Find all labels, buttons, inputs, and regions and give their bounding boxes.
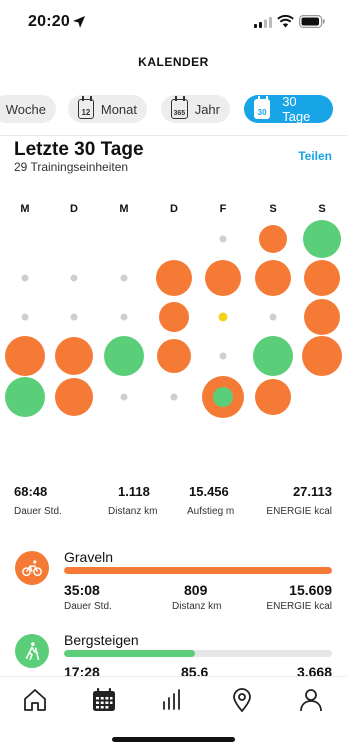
total-energy-value: 27.113 <box>292 484 332 499</box>
total-energy-label: ENERGIE kcal <box>266 506 332 517</box>
total-distance-value: 1.118 <box>118 484 150 499</box>
day-activity[interactable] <box>55 378 93 416</box>
period-title: Letzte 30 Tage <box>14 139 144 160</box>
activity-name: Bergsteigen <box>64 632 139 648</box>
day-activity[interactable] <box>259 225 287 253</box>
day-empty[interactable] <box>120 313 128 321</box>
stats-icon[interactable] <box>160 687 186 713</box>
home-indicator <box>112 737 235 742</box>
calendar-screen: 20:20 KALENDER Woche 12 Monat 365 Jahr 3… <box>0 0 347 750</box>
activity-duration-value: 17:28 <box>64 664 100 676</box>
activity-distance-label: Distanz km <box>172 601 222 612</box>
day-activity[interactable] <box>202 376 244 418</box>
activity-share-bar <box>64 650 332 657</box>
today-marker[interactable] <box>218 312 228 322</box>
day-empty[interactable] <box>120 393 128 401</box>
cycling-icon <box>15 551 49 585</box>
wifi-icon <box>277 14 294 28</box>
activity-graveln[interactable]: Graveln 35:08 Dauer Std. 809 Distanz km … <box>0 548 347 618</box>
day-empty[interactable] <box>219 235 227 243</box>
weekday-label: D <box>170 203 178 215</box>
weekday-label: S <box>269 203 277 215</box>
share-button[interactable]: Teilen <box>298 149 332 163</box>
day-empty[interactable] <box>21 313 29 321</box>
summary-stats: 68:48 Dauer Std. 1.118 Distanz km 15.456… <box>0 484 347 524</box>
page-title: KALENDER <box>138 55 209 69</box>
day-activity[interactable] <box>304 299 340 335</box>
divider <box>0 135 347 136</box>
period-tabs: Woche 12 Monat 365 Jahr 30 30 Tage <box>0 94 347 125</box>
day-empty[interactable] <box>70 274 78 282</box>
activity-share-bar <box>64 567 332 574</box>
activity-duration-label: Dauer Std. <box>64 601 112 612</box>
activity-energy-value: 15.609 <box>289 582 332 598</box>
weekday-label: F <box>219 203 227 215</box>
day-activity[interactable] <box>255 260 291 296</box>
total-distance-label: Distanz km <box>108 506 158 517</box>
activity-distance-value: 85.6 <box>181 664 209 676</box>
weekday-label: S <box>318 203 326 215</box>
total-duration-value: 68:48 <box>14 484 48 499</box>
status-bar: 20:20 <box>0 0 347 44</box>
day-activity-inner <box>213 387 233 407</box>
day-empty[interactable] <box>269 313 277 321</box>
total-duration-label: Dauer Std. <box>14 506 62 517</box>
map-pin-icon[interactable] <box>229 687 255 713</box>
day-activity[interactable] <box>205 260 241 296</box>
tab-label: 30 Tage <box>282 94 311 124</box>
day-activity[interactable] <box>303 220 341 258</box>
day-activity[interactable] <box>157 339 191 373</box>
tab-jahr[interactable]: 365 Jahr <box>161 95 230 123</box>
activity-bergsteigen[interactable]: Bergsteigen 17:28 85.6 3.668 <box>0 631 347 676</box>
day-empty[interactable] <box>170 393 178 401</box>
activity-duration-value: 35:08 <box>64 582 100 598</box>
location-arrow-icon <box>73 16 85 28</box>
tab-label: Monat <box>100 101 137 117</box>
weekday-label: M <box>119 203 129 215</box>
total-ascent-value: 15.456 <box>189 484 229 499</box>
activity-distance-value: 809 <box>184 582 208 598</box>
day-activity[interactable] <box>304 260 340 296</box>
activity-calendar: M D M D F S S <box>0 195 347 430</box>
weekday-label: D <box>70 203 78 215</box>
activity-share-fill <box>64 567 332 574</box>
cellular-signal-icon <box>254 17 272 28</box>
tab-label: Jahr <box>194 101 220 117</box>
day-activity[interactable] <box>5 377 45 417</box>
tab-label: Woche <box>5 101 46 117</box>
calendar-month-icon: 12 <box>78 96 94 119</box>
battery-icon <box>299 15 325 28</box>
day-empty[interactable] <box>219 352 227 360</box>
day-activity[interactable] <box>156 260 192 296</box>
home-icon[interactable] <box>22 687 48 713</box>
session-count: 29 Trainingseinheiten <box>14 160 129 174</box>
weekday-label: M <box>20 203 30 215</box>
day-empty[interactable] <box>21 274 29 282</box>
calendar-30-days-icon: 30 <box>254 96 271 119</box>
activity-name: Graveln <box>64 549 114 565</box>
day-activity[interactable] <box>159 302 189 332</box>
calendar-year-icon: 365 <box>171 96 188 119</box>
day-empty[interactable] <box>70 313 78 321</box>
day-activity[interactable] <box>55 337 93 375</box>
day-activity[interactable] <box>253 336 293 376</box>
calendar-icon[interactable] <box>91 687 117 713</box>
day-activity[interactable] <box>255 379 291 415</box>
activity-share-fill <box>64 650 196 657</box>
status-time: 20:20 <box>28 13 70 30</box>
activity-energy-value: 3.668 <box>296 664 332 676</box>
day-activity[interactable] <box>5 336 45 376</box>
hiking-icon <box>15 634 49 668</box>
day-empty[interactable] <box>120 274 128 282</box>
day-activity[interactable] <box>104 336 144 376</box>
activity-energy-label: ENERGIE kcal <box>266 601 332 612</box>
tab-woche[interactable]: Woche <box>0 95 56 123</box>
tab-monat[interactable]: 12 Monat <box>68 95 147 123</box>
profile-icon[interactable] <box>298 687 324 713</box>
day-activity[interactable] <box>302 336 342 376</box>
tab-30-tage[interactable]: 30 30 Tage <box>244 94 333 124</box>
total-ascent-label: Aufstieg m <box>187 506 235 517</box>
